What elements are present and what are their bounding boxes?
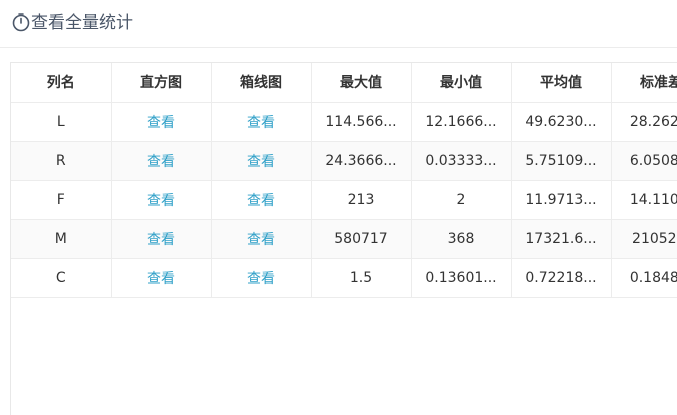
column-header-std: 标准差 bbox=[611, 63, 677, 103]
histogram-view-link[interactable]: 查看 bbox=[111, 102, 212, 142]
cell-max: 114.566... bbox=[311, 102, 412, 142]
cell-name: R bbox=[11, 141, 112, 181]
cell-min: 0.03333... bbox=[411, 141, 512, 181]
cell-name: F bbox=[11, 180, 112, 220]
histogram-view-link[interactable]: 查看 bbox=[111, 258, 212, 298]
table-row: L 查看 查看 114.566... 12.1666... 49.6230...… bbox=[11, 102, 677, 142]
page-header: 查看全量统计 bbox=[0, 0, 677, 48]
boxplot-view-link[interactable]: 查看 bbox=[211, 141, 312, 181]
cell-mean: 17321.6... bbox=[511, 219, 612, 259]
boxplot-view-link[interactable]: 查看 bbox=[211, 180, 312, 220]
cell-max: 1.5 bbox=[311, 258, 412, 298]
column-header-max: 最大值 bbox=[311, 63, 412, 103]
table-header-row: 列名 直方图 箱线图 最大值 最小值 平均值 标准差 bbox=[11, 63, 677, 103]
column-header-min: 最小值 bbox=[411, 63, 512, 103]
cell-std: 6.0508... bbox=[611, 141, 677, 181]
cell-mean: 11.9713... bbox=[511, 180, 612, 220]
cell-min: 0.13601... bbox=[411, 258, 512, 298]
boxplot-view-link[interactable]: 查看 bbox=[211, 102, 312, 142]
cell-min: 368 bbox=[411, 219, 512, 259]
cell-name: M bbox=[11, 219, 112, 259]
stopwatch-icon bbox=[12, 13, 30, 32]
boxplot-view-link[interactable]: 查看 bbox=[211, 219, 312, 259]
histogram-view-link[interactable]: 查看 bbox=[111, 141, 212, 181]
table-row: M 查看 查看 580717 368 17321.6... 21052... bbox=[11, 219, 677, 259]
cell-name: C bbox=[11, 258, 112, 298]
column-header-name: 列名 bbox=[11, 63, 112, 103]
statistics-table: 列名 直方图 箱线图 最大值 最小值 平均值 标准差 L 查看 查看 114.5… bbox=[11, 63, 677, 298]
boxplot-view-link[interactable]: 查看 bbox=[211, 258, 312, 298]
cell-max: 580717 bbox=[311, 219, 412, 259]
cell-std: 28.262... bbox=[611, 102, 677, 142]
page-title: 查看全量统计 bbox=[31, 13, 133, 33]
cell-max: 24.3666... bbox=[311, 141, 412, 181]
cell-max: 213 bbox=[311, 180, 412, 220]
column-header-mean: 平均值 bbox=[511, 63, 612, 103]
cell-name: L bbox=[11, 102, 112, 142]
table-row: F 查看 查看 213 2 11.9713... 14.110... bbox=[11, 180, 677, 220]
cell-mean: 5.75109... bbox=[511, 141, 612, 181]
column-header-histogram: 直方图 bbox=[111, 63, 212, 103]
histogram-view-link[interactable]: 查看 bbox=[111, 219, 212, 259]
table-row: C 查看 查看 1.5 0.13601... 0.72218... 0.1848… bbox=[11, 258, 677, 298]
column-header-boxplot: 箱线图 bbox=[211, 63, 312, 103]
cell-std: 14.110... bbox=[611, 180, 677, 220]
cell-mean: 0.72218... bbox=[511, 258, 612, 298]
table-row: R 查看 查看 24.3666... 0.03333... 5.75109...… bbox=[11, 141, 677, 181]
cell-mean: 49.6230... bbox=[511, 102, 612, 142]
statistics-table-panel: 列名 直方图 箱线图 最大值 最小值 平均值 标准差 L 查看 查看 114.5… bbox=[10, 62, 677, 415]
cell-min: 2 bbox=[411, 180, 512, 220]
histogram-view-link[interactable]: 查看 bbox=[111, 180, 212, 220]
cell-min: 12.1666... bbox=[411, 102, 512, 142]
cell-std: 21052... bbox=[611, 219, 677, 259]
cell-std: 0.1848... bbox=[611, 258, 677, 298]
